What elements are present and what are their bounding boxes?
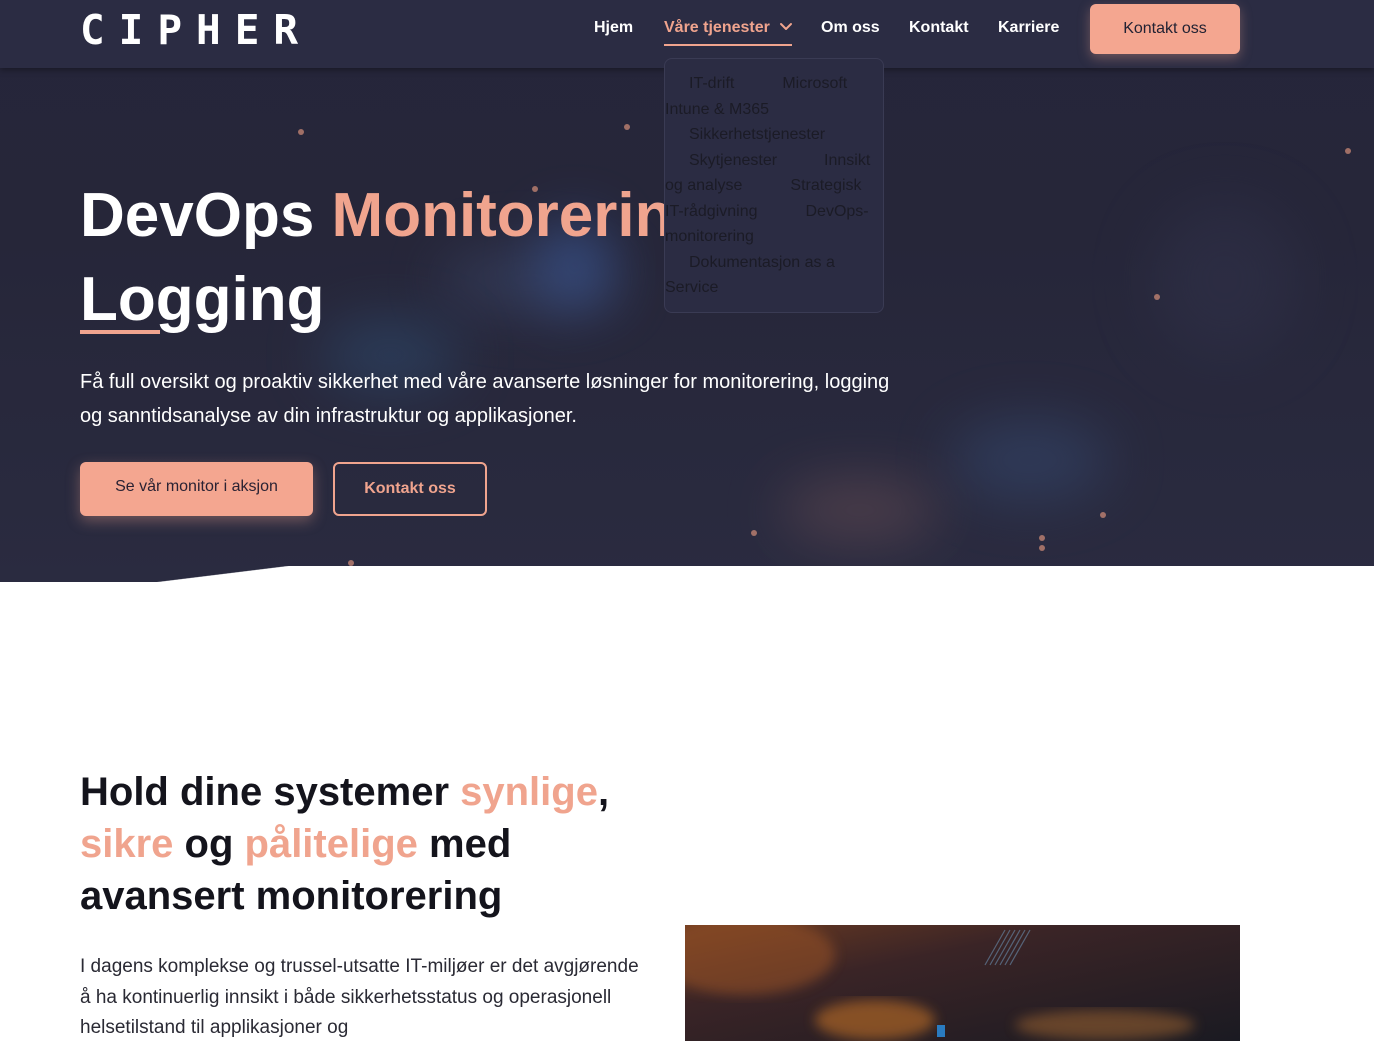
section-body: I dagens komplekse og trussel-utsatte IT…: [80, 956, 639, 1038]
section-title-text: og: [173, 822, 245, 866]
nav-item-kontakt[interactable]: Kontakt: [909, 19, 969, 37]
section-title-text: Hold dine systemer: [80, 770, 461, 814]
section-title-accent-synlige: synlige: [460, 770, 598, 814]
particle: [1039, 545, 1045, 551]
hero-title-part1: DevOps: [80, 181, 332, 250]
monitoring-image-art: [685, 925, 1240, 1041]
particle: [1154, 294, 1160, 300]
active-nav-indicator: [664, 44, 792, 46]
particle: [298, 129, 304, 135]
brand-logo[interactable]: CIPHER: [80, 6, 312, 54]
see-monitor-button[interactable]: Se vår monitor i aksjon: [80, 462, 313, 516]
nav-item-hjem[interactable]: Hjem: [594, 19, 633, 37]
hero-bg-blur: [1150, 200, 1300, 360]
dropdown-item-sikkerhetstjenester[interactable]: Sikkerhetstjenester: [689, 126, 825, 143]
section-title-accent-sikre: sikre: [80, 822, 174, 866]
hero-title-accent: Monitorering: [331, 181, 711, 250]
section-title-accent-palitelige: pålitelige: [244, 822, 418, 866]
hero-title-underline: [80, 330, 160, 334]
dropdown-item-skytjenester[interactable]: Skytjenester: [689, 152, 777, 169]
monitoring-image: [685, 925, 1240, 1041]
particle: [1039, 535, 1045, 541]
chevron-down-icon[interactable]: [779, 20, 793, 34]
hero-contact-button[interactable]: Kontakt oss: [333, 462, 487, 516]
section-title-text: ,: [597, 770, 610, 814]
hero-subtitle: Få full oversikt og proaktiv sikkerhet m…: [80, 371, 890, 427]
dropdown-list: IT-drift Microsoft Intune & M365 Sikkerhe…: [665, 71, 883, 301]
hero-title-part2: Logging: [80, 265, 325, 334]
dropdown-item-it-drift[interactable]: IT-drift: [689, 75, 734, 92]
hero-title: DevOps Monitorering Logging: [80, 174, 710, 342]
nav-item-karriere[interactable]: Karriere: [998, 19, 1059, 37]
page: CIPHER Hjem Våre tjenester Om oss Kontak…: [0, 0, 1374, 1041]
section-title: Hold dine systemer synlige, sikre og pål…: [80, 766, 680, 922]
nav-item-om-oss[interactable]: Om oss: [821, 19, 880, 37]
hero-bg-blur: [780, 480, 940, 540]
particle: [1100, 512, 1106, 518]
nav-contact-button[interactable]: Kontakt oss: [1090, 4, 1240, 54]
particle: [624, 124, 630, 130]
dropdown-item-dokumentasjon[interactable]: Dokumentasjon as a Service: [665, 254, 835, 297]
nav-item-vare-tjenester[interactable]: Våre tjenester: [664, 19, 770, 37]
particle: [751, 530, 757, 536]
hero-bg-blur: [950, 420, 1110, 500]
services-dropdown: IT-drift Microsoft Intune & M365 Sikkerhe…: [664, 58, 884, 313]
particle: [1345, 148, 1351, 154]
hero-bottom-slant: [0, 566, 440, 582]
